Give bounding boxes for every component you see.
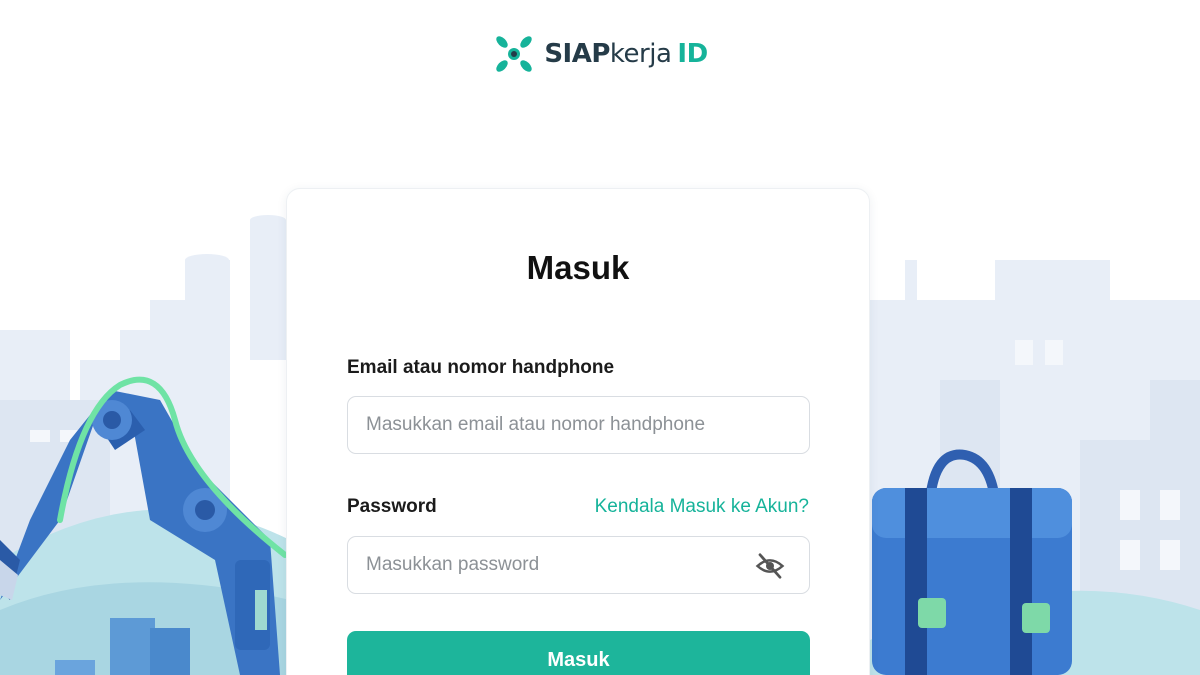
eye-off-icon[interactable]	[755, 551, 785, 581]
login-card: Masuk Email atau nomor handphone Passwor…	[286, 188, 870, 675]
email-label: Email atau nomor handphone	[347, 357, 615, 378]
login-submit-button[interactable]: Masuk	[347, 631, 810, 675]
email-input[interactable]	[347, 396, 810, 454]
siapkerja-logo-icon	[496, 36, 533, 72]
password-label: Password	[347, 496, 437, 517]
password-input[interactable]	[347, 536, 810, 594]
brand-name-kerja: kerja	[609, 39, 672, 69]
brand-name[interactable]: SIAPkerja ID	[544, 39, 708, 69]
login-title: Masuk	[526, 249, 630, 286]
login-help-link[interactable]: Kendala Masuk ke Akun?	[595, 496, 809, 518]
site-header: SIAPkerja ID	[0, 32, 1200, 76]
brand-name-id: ID	[677, 39, 708, 69]
brand-name-siap: SIAP	[544, 39, 610, 69]
